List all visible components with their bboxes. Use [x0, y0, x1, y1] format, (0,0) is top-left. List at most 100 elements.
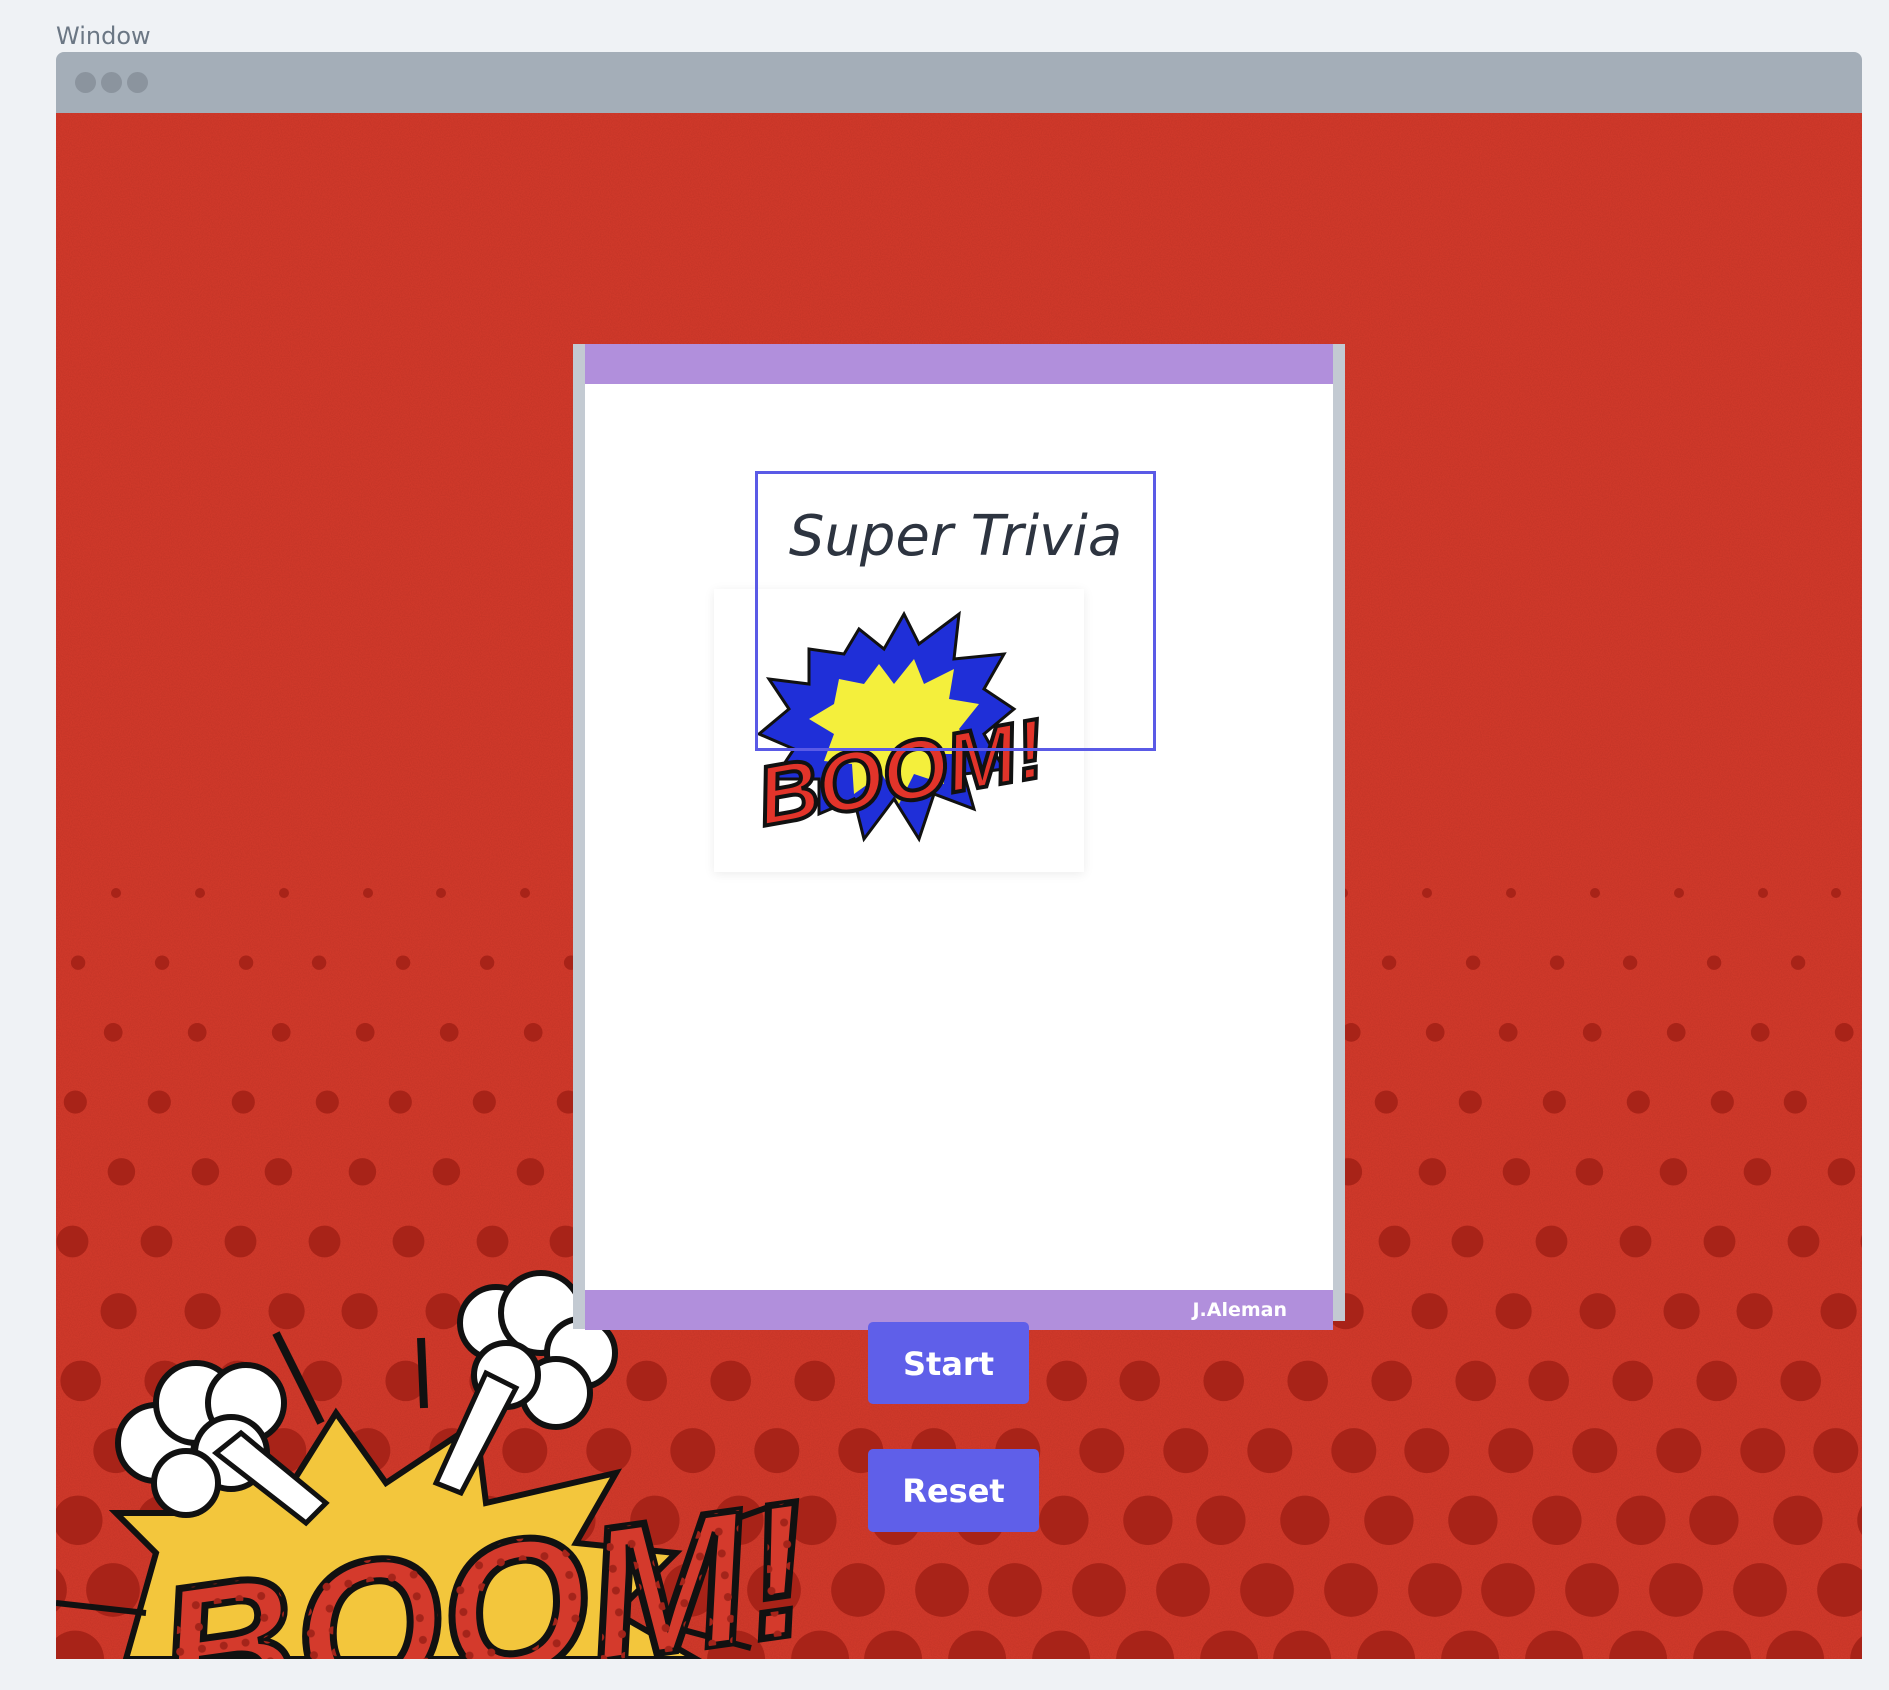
- halftone-dot: [1506, 888, 1516, 898]
- title-box: Super Trivia: [755, 471, 1156, 751]
- halftone-dot: [70, 955, 86, 970]
- halftone-dot: [1612, 1360, 1653, 1402]
- halftone-dot: [1750, 1023, 1770, 1042]
- halftone-dot: [1773, 1495, 1823, 1545]
- halftone-dot: [308, 1225, 341, 1258]
- halftone-dot: [472, 1090, 496, 1114]
- halftone-dot: [1458, 1090, 1482, 1114]
- halftone-dot: [1039, 1495, 1089, 1545]
- halftone-dot: [392, 1225, 425, 1258]
- halftone-dot: [60, 1360, 101, 1402]
- halftone-dot: [1706, 955, 1722, 970]
- halftone-dot: [794, 1360, 835, 1402]
- halftone-dot: [1378, 1225, 1411, 1258]
- halftone-dot: [476, 1225, 509, 1258]
- halftone-dot: [1787, 1225, 1820, 1258]
- halftone-dot: [436, 888, 446, 898]
- window-close-dot[interactable]: [75, 72, 96, 93]
- halftone-dot: [103, 1023, 123, 1042]
- start-button[interactable]: Start: [868, 1322, 1029, 1404]
- halftone-dot: [1663, 1293, 1700, 1330]
- halftone-dot: [988, 1563, 1042, 1617]
- halftone-dot: [1666, 1023, 1686, 1042]
- halftone-dot: [1411, 1293, 1448, 1330]
- halftone-dot: [1240, 1563, 1294, 1617]
- halftone-dot: [1626, 1090, 1650, 1114]
- halftone-dot: [341, 1293, 378, 1330]
- halftone-dot: [1743, 1158, 1772, 1186]
- halftone-dot: [710, 1360, 751, 1402]
- halftone-dot: [1455, 1360, 1496, 1402]
- halftone-dot: [1827, 1158, 1856, 1186]
- halftone-dot: [1549, 955, 1565, 970]
- halftone-dot: [1674, 888, 1684, 898]
- halftone-dot: [264, 1158, 293, 1186]
- halftone-dot: [311, 955, 327, 970]
- halftone-dot: [1831, 888, 1841, 898]
- halftone-dot: [184, 1293, 221, 1330]
- halftone-dot: [1247, 1428, 1293, 1474]
- halftone-dot: [1123, 1495, 1173, 1545]
- halftone-dot: [111, 888, 121, 898]
- halftone-dot: [1381, 955, 1397, 970]
- halftone-dot: [1422, 888, 1432, 898]
- halftone-dot: [1710, 1090, 1734, 1114]
- halftone-dot: [1758, 888, 1768, 898]
- halftone-dot: [1820, 1293, 1857, 1330]
- halftone-dot: [1703, 1225, 1736, 1258]
- halftone-dot: [1656, 1428, 1702, 1474]
- halftone-dot: [268, 1293, 305, 1330]
- halftone-dot: [1196, 1495, 1246, 1545]
- halftone-dot: [1579, 1293, 1616, 1330]
- window-label: Window: [56, 22, 151, 50]
- halftone-dot: [432, 1158, 461, 1186]
- app-window: BOOM! BOOM! Super Trivia BOOM! J.Aleman: [56, 52, 1862, 1659]
- halftone-dot: [1736, 1293, 1773, 1330]
- halftone-dot: [1280, 1495, 1330, 1545]
- halftone-dot: [1498, 1023, 1518, 1042]
- halftone-dot: [348, 1158, 377, 1186]
- halftone-dot: [1324, 1563, 1378, 1617]
- window-titlebar[interactable]: [56, 52, 1862, 113]
- halftone-dot: [915, 1563, 969, 1617]
- halftone-dot: [1780, 1360, 1821, 1402]
- halftone-dot: [1649, 1563, 1703, 1617]
- halftone-dot: [1203, 1360, 1244, 1402]
- halftone-dot: [1163, 1428, 1209, 1474]
- halftone-dot: [279, 888, 289, 898]
- halftone-dot: [670, 1428, 716, 1474]
- window-maximize-dot[interactable]: [127, 72, 148, 93]
- halftone-dot: [1582, 1023, 1602, 1042]
- halftone-dot: [1590, 888, 1600, 898]
- halftone-dot: [1404, 1428, 1450, 1474]
- halftone-dot: [1495, 1293, 1532, 1330]
- reset-button[interactable]: Reset: [868, 1449, 1039, 1532]
- halftone-dot: [363, 888, 373, 898]
- halftone-dot: [1622, 955, 1638, 970]
- card-header-band: [585, 344, 1333, 384]
- halftone-dot: [195, 888, 205, 898]
- window-minimize-dot[interactable]: [101, 72, 122, 93]
- halftone-dot: [1371, 1360, 1412, 1402]
- halftone-dot: [1834, 1023, 1854, 1042]
- halftone-dot: [271, 1023, 291, 1042]
- halftone-dot: [523, 1023, 543, 1042]
- halftone-dot: [1616, 1495, 1666, 1545]
- app-viewport: BOOM! BOOM! Super Trivia BOOM! J.Aleman: [56, 113, 1862, 1659]
- halftone-dot: [516, 1158, 545, 1186]
- halftone-dot: [502, 1428, 548, 1474]
- card-edge-right: [1331, 344, 1345, 1321]
- halftone-dot: [479, 955, 495, 970]
- halftone-dot: [1156, 1563, 1210, 1617]
- halftone-dot: [355, 1023, 375, 1042]
- halftone-dot: [1733, 1563, 1787, 1617]
- halftone-dot: [388, 1090, 412, 1114]
- halftone-dot: [626, 1360, 667, 1402]
- halftone-dot: [1575, 1158, 1604, 1186]
- halftone-dot: [425, 1293, 462, 1330]
- halftone-dot: [187, 1023, 207, 1042]
- halftone-dot: [1465, 955, 1481, 970]
- halftone-dot: [439, 1023, 459, 1042]
- halftone-dot: [224, 1225, 257, 1258]
- page-title: Super Trivia: [788, 504, 1123, 569]
